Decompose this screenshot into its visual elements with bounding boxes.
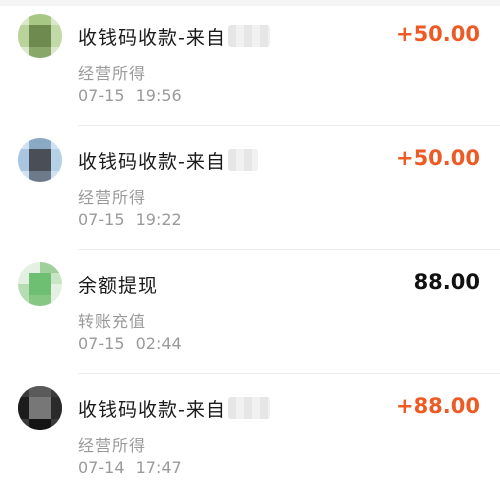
masked-payer-name (227, 397, 270, 419)
transaction-amount: 88.00 (413, 270, 480, 294)
transaction-row[interactable]: 收钱码收款-来自 经营所得 07-15 19:22 +50.00 (0, 126, 500, 250)
transaction-category: 转账充值 (78, 312, 147, 331)
avatar-icon (18, 138, 62, 182)
transaction-title: 收钱码收款-来自 (78, 26, 226, 49)
transaction-row[interactable]: 收钱码收款-来自 经营所得 07-14 17:47 +88.00 (0, 374, 500, 498)
transaction-list: 收钱码收款-来自 经营所得 07-15 19:56 +50.00 收钱码收款-来… (0, 0, 500, 499)
masked-payer-name (227, 149, 258, 171)
transaction-category: 经营所得 (78, 436, 147, 455)
avatar-icon (18, 262, 62, 306)
avatar-icon (18, 386, 62, 430)
transaction-time: 07-15 19:56 (78, 86, 182, 105)
transaction-title: 余额提现 (78, 274, 159, 297)
transaction-time: 07-14 17:47 (78, 458, 182, 477)
transaction-row[interactable]: 余额提现 转账充值 07-15 02:44 88.00 (0, 250, 500, 374)
masked-payer-name (227, 25, 270, 47)
transaction-category: 经营所得 (78, 188, 147, 207)
transaction-time: 07-15 19:22 (78, 210, 182, 229)
transaction-row[interactable]: 收钱码收款-来自 经营所得 07-15 19:56 +50.00 (0, 2, 500, 126)
transaction-time: 07-15 02:44 (78, 334, 182, 353)
transaction-amount: +50.00 (395, 146, 480, 170)
transaction-title: 收钱码收款-来自 (78, 150, 226, 173)
transaction-amount: +50.00 (395, 22, 480, 46)
transaction-category: 经营所得 (78, 64, 147, 83)
transaction-title: 收钱码收款-来自 (78, 398, 226, 421)
transaction-amount: +88.00 (395, 394, 480, 418)
avatar-icon (18, 14, 62, 58)
